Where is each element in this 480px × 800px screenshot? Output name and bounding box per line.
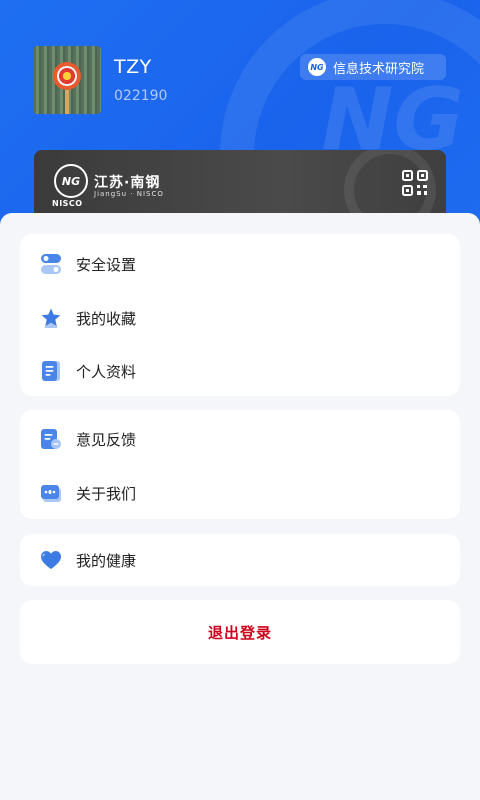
avatar[interactable] bbox=[33, 46, 101, 114]
menu-item-label: 我的收藏 bbox=[76, 309, 137, 328]
info-card-icon bbox=[41, 485, 61, 502]
menu-item-label: 安全设置 bbox=[76, 255, 137, 274]
star-icon bbox=[41, 308, 61, 328]
feedback-icon bbox=[41, 429, 61, 449]
card-title: 江苏·南钢 bbox=[94, 175, 161, 191]
logout-button[interactable]: 退出登录 bbox=[20, 600, 460, 664]
qr-code-icon[interactable] bbox=[402, 170, 428, 196]
menu-item-label: 个人资料 bbox=[76, 362, 137, 381]
toggle-settings-icon bbox=[41, 254, 61, 274]
org-badge-label: 信息技术研究院 bbox=[333, 61, 425, 77]
menu-item-favorites[interactable]: 我的收藏 bbox=[20, 298, 460, 338]
logout-label: 退出登录 bbox=[207, 623, 272, 642]
menu-item-security-settings[interactable]: 安全设置 bbox=[20, 244, 460, 284]
menu-group-account: 安全设置 我的收藏 个人资料 bbox=[20, 234, 460, 396]
menu-item-feedback[interactable]: 意见反馈 bbox=[20, 419, 460, 459]
menu-item-label: 我的健康 bbox=[76, 551, 137, 570]
org-logo-icon: NG bbox=[308, 58, 326, 76]
menu-group-health: 我的健康 bbox=[20, 534, 460, 586]
org-badge[interactable]: NG 信息技术研究院 bbox=[300, 54, 446, 80]
card-subtitle: JiangSu · NISCO bbox=[94, 190, 164, 198]
user-name: TZY bbox=[114, 56, 152, 78]
nisco-logo-sub: NISCO bbox=[52, 199, 83, 208]
menu-group-about: 意见反馈 关于我们 bbox=[20, 410, 460, 519]
menu-item-profile[interactable]: 个人资料 bbox=[20, 351, 460, 391]
nisco-logo-icon: NG bbox=[54, 164, 88, 198]
menu-item-label: 意见反馈 bbox=[76, 430, 137, 449]
company-card[interactable]: NG NISCO 江苏·南钢 JiangSu · NISCO bbox=[34, 150, 446, 220]
menu-item-label: 关于我们 bbox=[76, 484, 137, 503]
menu-item-about-us[interactable]: 关于我们 bbox=[20, 473, 460, 513]
menu-item-health[interactable]: 我的健康 bbox=[20, 540, 460, 580]
heart-icon bbox=[41, 551, 61, 569]
document-icon bbox=[42, 361, 60, 381]
user-id: 022190 bbox=[114, 88, 168, 104]
